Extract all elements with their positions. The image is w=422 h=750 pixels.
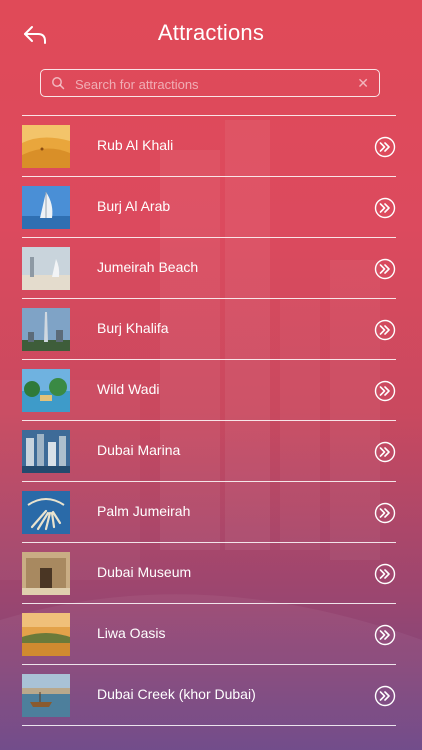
thumbnail-creek	[22, 674, 70, 717]
thumbnail-oasis	[22, 613, 70, 656]
list-item[interactable]: Burj Khalifa	[22, 299, 396, 359]
app-screen: Attractions ✕ Rub Al Khali	[0, 0, 422, 750]
item-label: Dubai Museum	[97, 564, 192, 580]
item-label: Burj Khalifa	[97, 320, 169, 336]
item-label: Jumeirah Beach	[97, 259, 199, 275]
list-item[interactable]: Palm Jumeirah	[22, 482, 396, 542]
chevron-right-circle-icon[interactable]	[374, 502, 396, 524]
chevron-right-circle-icon[interactable]	[374, 563, 396, 585]
attractions-list: Rub Al Khali Burj Al Arab Jumeirah Beach…	[22, 115, 396, 726]
list-item[interactable]: Dubai Museum	[22, 543, 396, 603]
clear-icon[interactable]: ✕	[357, 74, 369, 92]
chevron-right-circle-icon[interactable]	[374, 197, 396, 219]
chevron-right-circle-icon[interactable]	[374, 624, 396, 646]
thumbnail-palm-island	[22, 491, 70, 534]
search-input[interactable]	[73, 73, 357, 95]
list-item[interactable]: Dubai Marina	[22, 421, 396, 481]
search-icon	[52, 77, 65, 90]
chevron-right-circle-icon[interactable]	[374, 685, 396, 707]
item-label: Wild Wadi	[97, 381, 160, 397]
chevron-right-circle-icon[interactable]	[374, 441, 396, 463]
list-item[interactable]: Liwa Oasis	[22, 604, 396, 664]
item-label: Rub Al Khali	[97, 137, 174, 153]
chevron-right-circle-icon[interactable]	[374, 258, 396, 280]
item-label: Burj Al Arab	[97, 198, 171, 214]
list-item[interactable]: Burj Al Arab	[22, 177, 396, 237]
item-label: Dubai Marina	[97, 442, 181, 458]
thumbnail-skyscraper	[22, 308, 70, 351]
list-item[interactable]: Wild Wadi	[22, 360, 396, 420]
thumbnail-marina	[22, 430, 70, 473]
header: Attractions	[0, 0, 422, 66]
thumbnail-beach	[22, 247, 70, 290]
chevron-right-circle-icon[interactable]	[374, 380, 396, 402]
thumbnail-waterpark	[22, 369, 70, 412]
thumbnail-sail-tower	[22, 186, 70, 229]
thumbnail-desert	[22, 125, 70, 168]
search-bar[interactable]: ✕	[40, 69, 380, 97]
divider	[22, 725, 396, 726]
list-item[interactable]: Dubai Creek (khor Dubai)	[22, 665, 396, 725]
item-label: Dubai Creek (khor Dubai)	[97, 686, 256, 702]
item-label: Liwa Oasis	[97, 625, 166, 641]
list-item[interactable]: Jumeirah Beach	[22, 238, 396, 298]
thumbnail-museum	[22, 552, 70, 595]
page-title: Attractions	[157, 20, 265, 45]
chevron-right-circle-icon[interactable]	[374, 319, 396, 341]
chevron-right-circle-icon[interactable]	[374, 136, 396, 158]
list-item[interactable]: Rub Al Khali	[22, 116, 396, 176]
item-label: Palm Jumeirah	[97, 503, 191, 519]
